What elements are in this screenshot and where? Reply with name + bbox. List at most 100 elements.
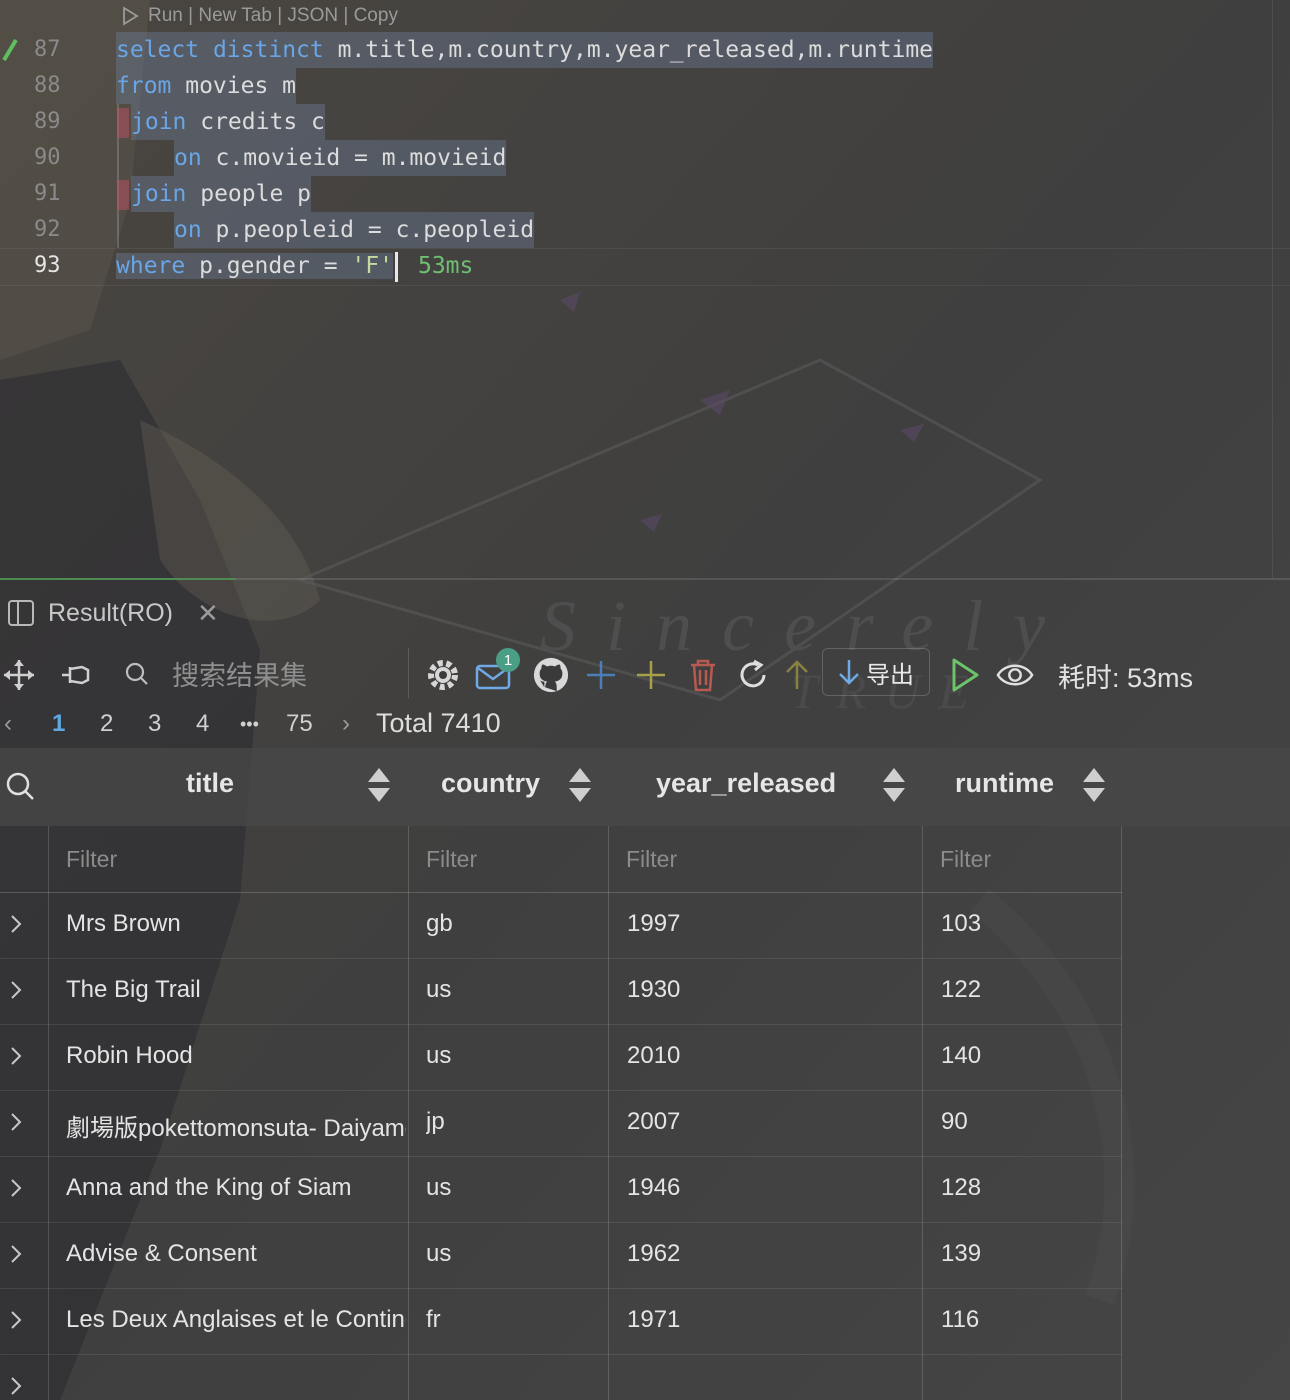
code-text[interactable]: join people p [131, 176, 312, 212]
import-up-arrow-icon[interactable] [778, 656, 816, 694]
editor-scrollbar-track[interactable] [1272, 0, 1273, 578]
table-cell-runtime[interactable]: 139 [941, 1240, 981, 1268]
table-cell-runtime[interactable]: 128 [941, 1174, 981, 1202]
export-button[interactable]: 导出 [822, 648, 930, 696]
table-cell-title[interactable]: Anna and the King of Siam [66, 1174, 352, 1202]
table-cell-title[interactable]: The Big Trail [66, 976, 201, 1004]
table-cell-year-released[interactable]: 2007 [627, 1108, 680, 1136]
table-row[interactable]: Robin Hood us 2010 140 [0, 1024, 1122, 1090]
column-header-title[interactable]: title [186, 768, 234, 799]
prev-page-icon[interactable]: ‹ [4, 710, 12, 738]
sort-icon[interactable] [368, 768, 390, 804]
table-cell-year-released[interactable]: 1962 [627, 1240, 680, 1268]
page-1[interactable]: 1 [52, 710, 65, 738]
filter-input-country[interactable]: Filter [426, 846, 477, 873]
tab-result[interactable]: Result(RO) ✕ [0, 590, 236, 636]
filter-input-title[interactable]: Filter [66, 846, 117, 873]
table-cell-title[interactable]: Advise & Consent [66, 1240, 257, 1268]
page-ellipsis[interactable]: ••• [240, 714, 259, 735]
codelens-links[interactable]: Run | New Tab | JSON | Copy [148, 5, 398, 27]
column-header-country[interactable]: country [441, 768, 540, 799]
table-cell-country[interactable]: jp [426, 1108, 445, 1136]
column-header-runtime[interactable]: runtime [955, 768, 1054, 799]
code-text[interactable]: select distinct m.title,m.country,m.year… [116, 32, 934, 68]
table-cell-country[interactable]: us [426, 1240, 451, 1268]
page-75[interactable]: 75 [286, 710, 313, 738]
table-row[interactable]: 劇場版pokettomonsuta- Daiyamondo&Pāru jp 2007… [0, 1090, 1122, 1156]
page-4[interactable]: 4 [196, 710, 209, 738]
table-cell-title[interactable]: Les Deux Anglaises et le Continent [66, 1306, 406, 1334]
table-cell-year-released[interactable]: 1930 [627, 976, 680, 1004]
filter-input-runtime[interactable]: Filter [940, 846, 991, 873]
table-cell-year-released[interactable]: 1971 [627, 1306, 680, 1334]
table-row[interactable]: Mrs Brown gb 1997 103 [0, 892, 1122, 958]
table-cell-year-released[interactable]: 1946 [627, 1174, 680, 1202]
table-cell-runtime[interactable]: 103 [941, 910, 981, 938]
preview-eye-icon[interactable] [996, 656, 1034, 694]
code-line[interactable]: 89 join credits c [0, 104, 1290, 140]
table-cell-country[interactable]: fr [426, 1306, 441, 1334]
result-search-input[interactable]: 搜索结果集 [106, 648, 409, 698]
close-icon[interactable]: ✕ [197, 598, 219, 629]
code-text[interactable]: on c.movieid = m.movieid [174, 140, 507, 176]
table-cell-title[interactable]: 劇場版pokettomonsuta- Daiyamondo&Pāru [66, 1108, 406, 1143]
delete-trash-icon[interactable] [684, 656, 722, 694]
table-cell-country[interactable]: us [426, 1042, 451, 1070]
code-line[interactable]: 93 where p.gender = 'F' 53ms [0, 248, 1290, 284]
expand-row-chevron-icon[interactable] [8, 1306, 24, 1334]
expand-row-chevron-icon[interactable] [8, 1240, 24, 1268]
code-line[interactable]: 87 select distinct m.title,m.country,m.y… [0, 32, 1290, 68]
table-cell-year-released[interactable]: 1997 [627, 910, 680, 938]
codelens-actions[interactable]: Run | New Tab | JSON | Copy [120, 4, 398, 28]
tab-label[interactable]: Result(RO) [48, 599, 173, 628]
panel-layout-icon[interactable] [6, 598, 36, 628]
table-cell-country[interactable]: gb [426, 910, 453, 938]
table-row[interactable]: The Big Trail us 1930 122 [0, 958, 1122, 1024]
add-column-icon[interactable] [632, 656, 670, 694]
github-icon[interactable] [532, 656, 570, 694]
expand-row-chevron-icon[interactable] [8, 976, 24, 1004]
column-search-icon[interactable] [4, 770, 36, 802]
pin-icon[interactable] [56, 656, 94, 694]
table-cell-country[interactable]: us [426, 976, 451, 1004]
code-line[interactable]: 91 join people p [0, 176, 1290, 212]
expand-row-chevron-icon[interactable] [8, 910, 24, 938]
code-line[interactable]: 88 from movies m [0, 68, 1290, 104]
page-2[interactable]: 2 [100, 710, 113, 738]
run-play-icon[interactable] [120, 6, 140, 26]
table-row[interactable]: Les Deux Anglaises et le Continent fr 1971… [0, 1288, 1122, 1354]
sort-icon[interactable] [569, 768, 591, 804]
code-line[interactable]: 90 on c.movieid = m.movieid [0, 140, 1290, 176]
expand-row-chevron-icon[interactable] [8, 1372, 24, 1400]
code-text[interactable]: where p.gender = 'F' 53ms [116, 248, 473, 284]
table-cell-runtime[interactable]: 116 [941, 1306, 979, 1334]
page-3[interactable]: 3 [148, 710, 161, 738]
sort-icon[interactable] [883, 768, 905, 804]
table-cell-runtime[interactable]: 90 [941, 1108, 968, 1136]
table-cell-runtime[interactable]: 140 [941, 1042, 981, 1070]
refresh-icon[interactable] [734, 656, 772, 694]
code-text[interactable]: from movies m [116, 68, 297, 104]
code-text[interactable]: on p.peopleid = c.peopleid [174, 212, 535, 248]
table-cell-runtime[interactable]: 122 [941, 976, 981, 1004]
table-row[interactable]: Advise & Consent us 1962 139 [0, 1222, 1122, 1288]
table-cell-title[interactable]: Mrs Brown [66, 910, 181, 938]
move-icon[interactable] [0, 656, 38, 694]
execute-play-icon[interactable] [946, 656, 984, 694]
table-cell-year-released[interactable]: 2010 [627, 1042, 680, 1070]
table-row[interactable] [0, 1354, 1122, 1400]
filter-input-year-released[interactable]: Filter [626, 846, 677, 873]
column-header-year-released[interactable]: year_released [656, 768, 836, 799]
add-row-icon[interactable] [582, 656, 620, 694]
table-cell-title[interactable]: Robin Hood [66, 1042, 193, 1070]
code-line[interactable]: 92 on p.peopleid = c.peopleid [0, 212, 1290, 248]
next-page-icon[interactable]: › [342, 710, 350, 738]
settings-gear-icon[interactable] [424, 656, 462, 694]
expand-row-chevron-icon[interactable] [8, 1042, 24, 1070]
table-cell-country[interactable]: us [426, 1174, 451, 1202]
expand-row-chevron-icon[interactable] [8, 1174, 24, 1202]
sort-icon[interactable] [1083, 768, 1105, 804]
table-row[interactable]: Anna and the King of Siam us 1946 128 [0, 1156, 1122, 1222]
sql-editor[interactable]: Run | New Tab | JSON | Copy 87 select di… [0, 0, 1290, 580]
code-text[interactable]: join credits c [131, 104, 325, 140]
